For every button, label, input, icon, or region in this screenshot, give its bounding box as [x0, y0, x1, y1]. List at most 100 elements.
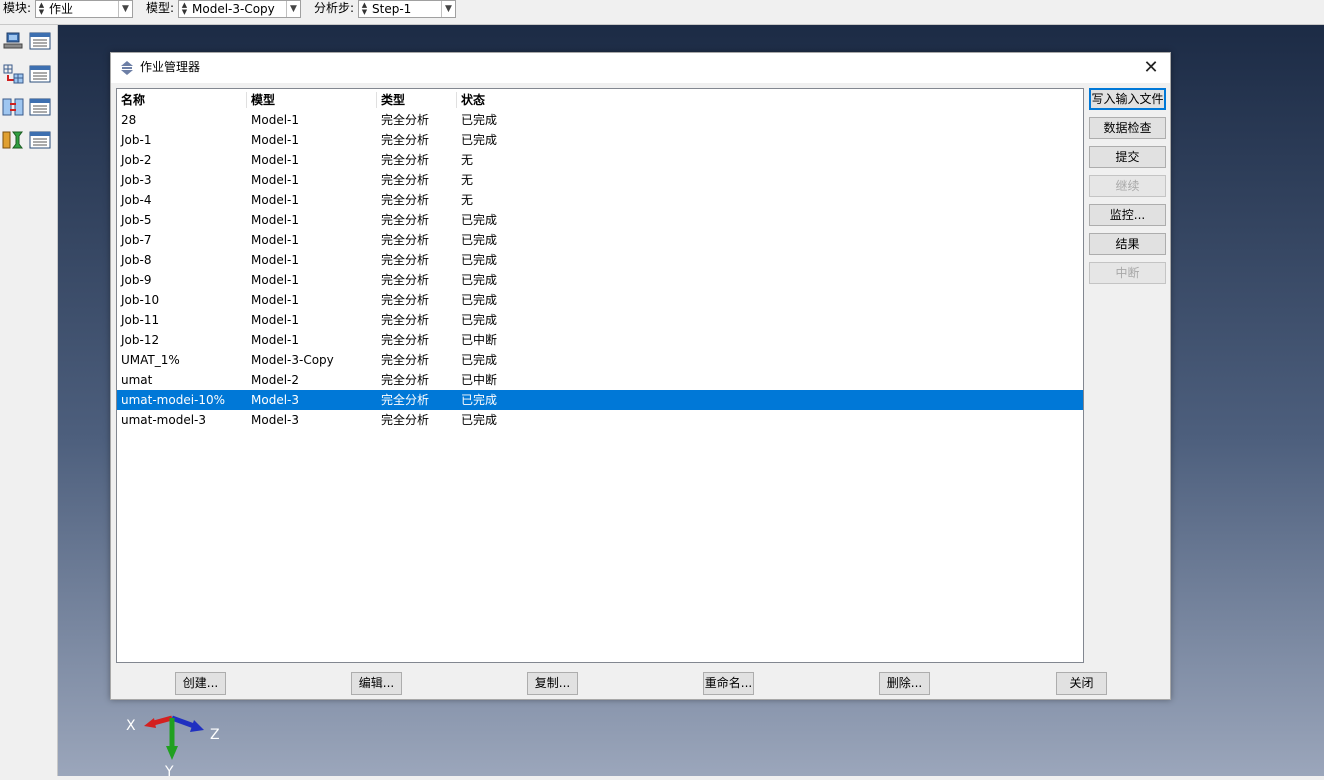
model-label: 模型:: [146, 1, 175, 15]
job-name-cell: Job-4: [121, 193, 152, 207]
spinner-icon[interactable]: ▲ ▼: [180, 2, 189, 16]
column-header-name[interactable]: 名称: [121, 90, 145, 110]
results-button[interactable]: 结果: [1089, 233, 1166, 255]
job-type-cell: 完全分析: [381, 333, 430, 347]
job-type-cell: 完全分析: [381, 273, 430, 287]
job-status-cell: 无: [461, 173, 474, 187]
job-model-cell: Model-1: [251, 153, 299, 167]
job-model-cell: Model-1: [251, 273, 299, 287]
table-row[interactable]: Job-4 Model-1 完全分析 无: [117, 190, 1083, 210]
job-model-cell: Model-1: [251, 313, 299, 327]
table-row[interactable]: umat Model-2 完全分析 已中断: [117, 370, 1083, 390]
job-status-cell: 已完成: [461, 413, 498, 427]
job-type-cell: 完全分析: [381, 153, 430, 167]
job-name-cell: Job-1: [121, 133, 152, 147]
job-type-cell: 完全分析: [381, 293, 430, 307]
chevron-down-icon[interactable]: ▼: [441, 1, 455, 17]
job-name-cell: umat: [121, 373, 153, 387]
job-type-cell: 完全分析: [381, 233, 430, 247]
table-row[interactable]: umat-model-3 Model-3 完全分析 已完成: [117, 410, 1083, 430]
job-list[interactable]: 名称 模型 类型 状态 28 Model-1 完全分析 已完成 Job-1 Model-1…: [116, 88, 1084, 663]
chevron-down-icon[interactable]: ▼: [118, 1, 132, 17]
job-model-cell: Model-1: [251, 133, 299, 147]
column-divider[interactable]: [246, 92, 247, 108]
model-select[interactable]: ▲ ▼ Model-3-Copy ▼: [178, 0, 301, 18]
job-status-cell: 已完成: [461, 133, 498, 147]
table-row[interactable]: Job-5 Model-1 完全分析 已完成: [117, 210, 1083, 230]
triad-axes-icon: [144, 715, 204, 760]
adaptivity-manager-icon[interactable]: [29, 64, 51, 84]
dialog-title: 作业管理器: [140, 60, 201, 74]
table-row[interactable]: UMAT_1% Model-3-Copy 完全分析 已完成: [117, 350, 1083, 370]
chevron-down-icon[interactable]: ▼: [286, 1, 300, 17]
column-divider[interactable]: [456, 92, 457, 108]
rename-button[interactable]: 重命名...: [703, 672, 754, 695]
table-row[interactable]: Job-2 Model-1 完全分析 无: [117, 150, 1083, 170]
coupled-analysis-icon[interactable]: [2, 97, 24, 117]
adaptivity-icon[interactable]: [2, 64, 24, 84]
optimization-manager-icon[interactable]: [29, 130, 51, 150]
column-header-model[interactable]: 模型: [251, 90, 275, 110]
job-status-cell: 已完成: [461, 213, 498, 227]
delete-button[interactable]: 删除...: [879, 672, 930, 695]
job-status-cell: 已完成: [461, 353, 498, 367]
table-row[interactable]: Job-3 Model-1 完全分析 无: [117, 170, 1083, 190]
job-manager-icon[interactable]: [29, 31, 51, 51]
job-name-cell: Job-7: [121, 233, 152, 247]
spinner-icon[interactable]: ▲ ▼: [360, 2, 369, 16]
job-manager-title-icon: [119, 60, 135, 76]
submit-button[interactable]: 提交: [1089, 146, 1166, 168]
job-model-cell: Model-1: [251, 193, 299, 207]
module-select-value: 作业: [49, 2, 74, 16]
dismiss-button[interactable]: 关闭: [1056, 672, 1107, 695]
edit-button[interactable]: 编辑...: [351, 672, 402, 695]
job-name-cell: Job-5: [121, 213, 152, 227]
optimization-icon[interactable]: [2, 130, 24, 150]
table-row[interactable]: Job-9 Model-1 完全分析 已完成: [117, 270, 1083, 290]
table-row[interactable]: Job-7 Model-1 完全分析 已完成: [117, 230, 1083, 250]
table-row[interactable]: Job-8 Model-1 完全分析 已完成: [117, 250, 1083, 270]
job-model-cell: Model-1: [251, 333, 299, 347]
triad-z-label: Z: [210, 727, 220, 743]
column-header-status[interactable]: 状态: [461, 90, 485, 110]
create-button[interactable]: 创建...: [175, 672, 226, 695]
table-row[interactable]: Job-11 Model-1 完全分析 已完成: [117, 310, 1083, 330]
step-select-value: Step-1: [372, 2, 412, 16]
job-model-cell: Model-1: [251, 113, 299, 127]
continue-button[interactable]: 继续: [1089, 175, 1166, 197]
job-type-cell: 完全分析: [381, 413, 430, 427]
job-name-cell: Job-11: [121, 313, 160, 327]
table-row[interactable]: Job-10 Model-1 完全分析 已完成: [117, 290, 1083, 310]
table-row[interactable]: Job-1 Model-1 完全分析 已完成: [117, 130, 1083, 150]
write-input-button[interactable]: 写入输入文件: [1089, 88, 1166, 110]
copy-button[interactable]: 复制...: [527, 672, 578, 695]
column-divider[interactable]: [376, 92, 377, 108]
module-select[interactable]: ▲ ▼ 作业 ▼: [35, 0, 133, 18]
job-status-cell: 已中断: [461, 333, 498, 347]
job-manager-dialog: 作业管理器 ✕ 名称 模型 类型 状态 28 Model-1 完全分析 已完成 Job-…: [110, 52, 1171, 700]
coupled-manager-icon[interactable]: [29, 97, 51, 117]
table-row[interactable]: umat-modei-10% Model-3 完全分析 已完成: [117, 390, 1083, 410]
job-model-cell: Model-1: [251, 213, 299, 227]
monitor-button[interactable]: 监控...: [1089, 204, 1166, 226]
kill-button[interactable]: 中断: [1089, 262, 1166, 284]
job-status-cell: 已完成: [461, 233, 498, 247]
job-submit-icon[interactable]: [2, 31, 24, 51]
data-check-button[interactable]: 数据检查: [1089, 117, 1166, 139]
column-header-type[interactable]: 类型: [381, 90, 405, 110]
step-select[interactable]: ▲ ▼ Step-1 ▼: [358, 0, 456, 18]
job-status-cell: 无: [461, 193, 474, 207]
job-type-cell: 完全分析: [381, 193, 430, 207]
job-status-cell: 已完成: [461, 253, 498, 267]
close-icon[interactable]: ✕: [1140, 57, 1162, 79]
dialog-titlebar[interactable]: 作业管理器 ✕: [111, 53, 1170, 83]
table-row[interactable]: 28 Model-1 完全分析 已完成: [117, 110, 1083, 130]
view-triad: X Z Y: [122, 710, 232, 780]
job-name-cell: Job-3: [121, 173, 152, 187]
spinner-icon[interactable]: ▲ ▼: [37, 2, 46, 16]
job-status-cell: 已中断: [461, 373, 498, 387]
table-row[interactable]: Job-12 Model-1 完全分析 已中断: [117, 330, 1083, 350]
step-label: 分析步:: [314, 1, 355, 15]
job-status-cell: 已完成: [461, 393, 498, 407]
job-name-cell: umat-model-3: [121, 413, 207, 427]
